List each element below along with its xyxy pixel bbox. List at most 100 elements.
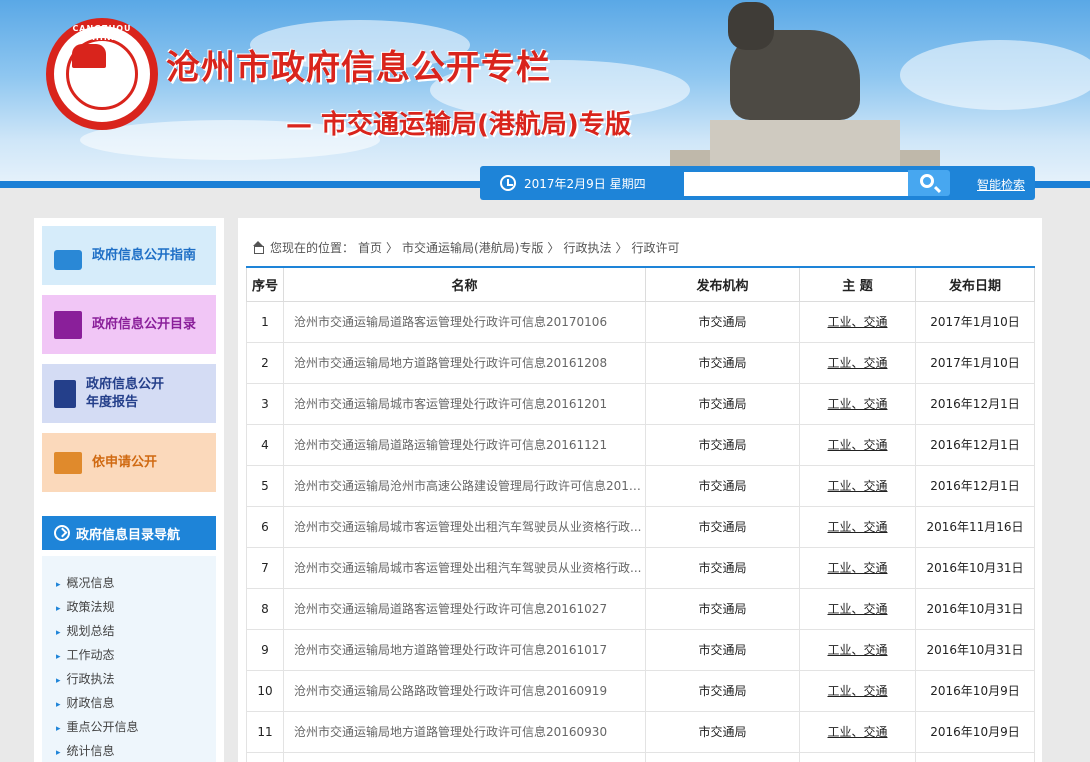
nav-item-enforcement[interactable]: 行政执法 [56, 670, 115, 687]
envelope-icon [54, 451, 82, 474]
topic-link[interactable]: 工业、交通 [827, 397, 887, 411]
row-number: 5 [246, 464, 284, 507]
row-date: 2016年10月31日 [915, 628, 1035, 671]
row-org: 市交通局 [645, 628, 800, 671]
home-icon [252, 240, 264, 254]
sidebar-button-guide[interactable]: 政府信息公开指南 [42, 226, 216, 285]
row-number: 4 [246, 423, 284, 466]
column-header-name: 名称 [283, 266, 646, 302]
nav-item-policies[interactable]: 政策法规 [56, 598, 115, 615]
clock-icon [500, 175, 516, 191]
row-topic: 工业、交通 [799, 669, 916, 712]
nav-title: 政府信息目录导航 [76, 527, 181, 543]
topic-link[interactable]: 工业、交通 [827, 438, 887, 452]
arrow-circle-icon [54, 525, 70, 541]
row-number: 2 [246, 341, 284, 384]
breadcrumb: 您现在的位置： 首页 〉 市交通运输局(港航局)专版 〉 行政执法 〉 行政许可 [252, 239, 683, 256]
table-row: 10 沧州市交通运输局公路路政管理处行政许可信息20160919 市交通局 工业、交通… [246, 669, 1035, 712]
row-name-link[interactable]: 沧州市交通运输局城市客运管理处出租汽车驾驶员从业资格行政... [283, 546, 646, 589]
row-name-link[interactable]: 沧州市交通运输局公路路政管理处行政许可信息20160919 [283, 669, 646, 712]
breadcrumb-section[interactable]: 市交通运输局(港航局)专版 [402, 239, 543, 256]
row-org: 市交通局 [645, 546, 800, 589]
row-number: 3 [246, 382, 284, 425]
advanced-search-link[interactable]: 智能检索 [977, 176, 1025, 193]
sidebar-button-annual-report[interactable]: 政府信息公开年度报告 [42, 364, 216, 423]
sidebar-button-label: 依申请公开 [92, 454, 158, 470]
row-name-link[interactable]: 沧州市交通运输局地方道路管理处行政许可信息20160930 [283, 710, 646, 753]
topic-link[interactable]: 工业、交通 [827, 643, 887, 657]
row-topic: 工业、交通 [799, 300, 916, 343]
topic-link[interactable]: 工业、交通 [827, 356, 887, 370]
row-topic: 工业、交通 [799, 546, 916, 589]
row-topic: 工业、交通 [799, 423, 916, 466]
row-date: 2016年10月9日 [915, 669, 1035, 712]
row-name-link[interactable]: 沧州市交通运输局地方道路管理处行政许可信息20161017 [283, 628, 646, 671]
topic-link[interactable]: 工业、交通 [827, 520, 887, 534]
breadcrumb-category[interactable]: 行政执法 [563, 239, 611, 256]
site-subtitle: — 市交通运输局(港航局)专版 [286, 110, 631, 140]
table-row: 6 沧州市交通运输局城市客运管理处出租汽车驾驶员从业资格行政... 市交通局 工业、交… [246, 505, 1035, 548]
topic-link[interactable]: 工业、交通 [827, 561, 887, 575]
page-header: CANGZHOU CHINA 沧州市政府信息公开专栏 — 市交通运输局(港航局)… [0, 0, 1090, 188]
row-number: 8 [246, 587, 284, 630]
sidebar-button-catalog[interactable]: 政府信息公开目录 [42, 295, 216, 354]
book-icon [54, 310, 82, 339]
breadcrumb-home[interactable]: 首页 [358, 239, 382, 256]
table-row: 7 沧州市交通运输局城市客运管理处出租汽车驾驶员从业资格行政... 市交通局 工业、交… [246, 546, 1035, 589]
row-date: 2016年10月31日 [915, 587, 1035, 630]
row-topic: 工业、交通 [799, 341, 916, 384]
nav-item-news[interactable]: 工作动态 [56, 646, 115, 663]
row-date: 2016年11月16日 [915, 505, 1035, 548]
row-name-link[interactable]: 沧州市交通运输局城市客运管理处出租汽车驾驶员从业资格行政... [283, 505, 646, 548]
row-name-link[interactable]: 沧州市交通运输局沧州市高速公路建设管理局行政许可信息2016... [283, 464, 646, 507]
nav-item-key-info[interactable]: 重点公开信息 [56, 718, 139, 735]
site-logo[interactable]: CANGZHOU CHINA [46, 18, 158, 130]
row-name-link[interactable]: 沧州市交通运输局道路客运管理处行政许可信息20161027 [283, 587, 646, 630]
topic-link[interactable]: 工业、交通 [827, 602, 887, 616]
table-row: 4 沧州市交通运输局道路运输管理处行政许可信息20161121 市交通局 工业、交通 2… [246, 423, 1035, 466]
row-number: 9 [246, 628, 284, 671]
row-topic: 工业、交通 [799, 710, 916, 753]
topic-link[interactable]: 工业、交通 [827, 725, 887, 739]
table-row: 1 沧州市交通运输局道路客运管理处行政许可信息20170106 市交通局 工业、交通 2… [246, 300, 1035, 343]
nav-item-finance[interactable]: 财政信息 [56, 694, 115, 711]
search-input[interactable] [684, 172, 908, 196]
topic-link[interactable]: 工业、交通 [827, 684, 887, 698]
topic-link[interactable]: 工业、交通 [827, 479, 887, 493]
row-org: 市交通局 [645, 341, 800, 384]
nav-item-overview[interactable]: 概况信息 [56, 574, 115, 591]
row-number: 10 [246, 669, 284, 712]
table-header-row: 序号 名称 发布机构 主 题 发布日期 [246, 266, 1035, 302]
nav-item-statistics[interactable]: 统计信息 [56, 742, 115, 759]
row-org: 市交通局 [645, 587, 800, 630]
row-date: 2016年10月31日 [915, 546, 1035, 589]
row-org: 市交通局 [645, 300, 800, 343]
row-date: 2016年12月1日 [915, 423, 1035, 466]
row-name-link[interactable]: 沧州市交通运输局城市客运管理处行政许可信息20161201 [283, 382, 646, 425]
sidebar-button-on-request[interactable]: 依申请公开 [42, 433, 216, 492]
breadcrumb-prefix: 您现在的位置： [270, 241, 355, 255]
topic-link[interactable]: 工业、交通 [827, 315, 887, 329]
row-topic: 工业、交通 [799, 505, 916, 548]
column-header-number: 序号 [246, 266, 284, 302]
current-date: 2017年2月9日 星期四 [524, 177, 646, 191]
row-name-link[interactable]: 沧州市交通运输局道路客运管理处行政许可信息20170106 [283, 300, 646, 343]
row-topic: 工业、交通 [799, 382, 916, 425]
row-org: 市交通局 [645, 669, 800, 712]
table-row [246, 751, 1035, 762]
row-date [915, 751, 1035, 762]
table-row: 2 沧州市交通运输局地方道路管理处行政许可信息20161208 市交通局 工业、交通 2… [246, 341, 1035, 384]
table-row: 11 沧州市交通运输局地方道路管理处行政许可信息20160930 市交通局 工业、交通… [246, 710, 1035, 753]
breadcrumb-current[interactable]: 行政许可 [631, 239, 679, 256]
row-name-link[interactable]: 沧州市交通运输局道路运输管理处行政许可信息20161121 [283, 423, 646, 466]
search-button[interactable] [908, 170, 950, 196]
iron-lion-image [670, 0, 940, 175]
sidebar-button-label: 政府信息公开指南 [92, 247, 197, 263]
row-name-link[interactable] [283, 751, 646, 762]
sidebar-button-label: 政府信息公开目录 [92, 316, 197, 332]
sidebar-quick-links: 政府信息公开指南 政府信息公开目录 政府信息公开年度报告 依申请公开 [34, 218, 224, 508]
document-icon [54, 379, 76, 408]
row-name-link[interactable]: 沧州市交通运输局地方道路管理处行政许可信息20161208 [283, 341, 646, 384]
row-org: 市交通局 [645, 382, 800, 425]
nav-item-plans[interactable]: 规划总结 [56, 622, 115, 639]
